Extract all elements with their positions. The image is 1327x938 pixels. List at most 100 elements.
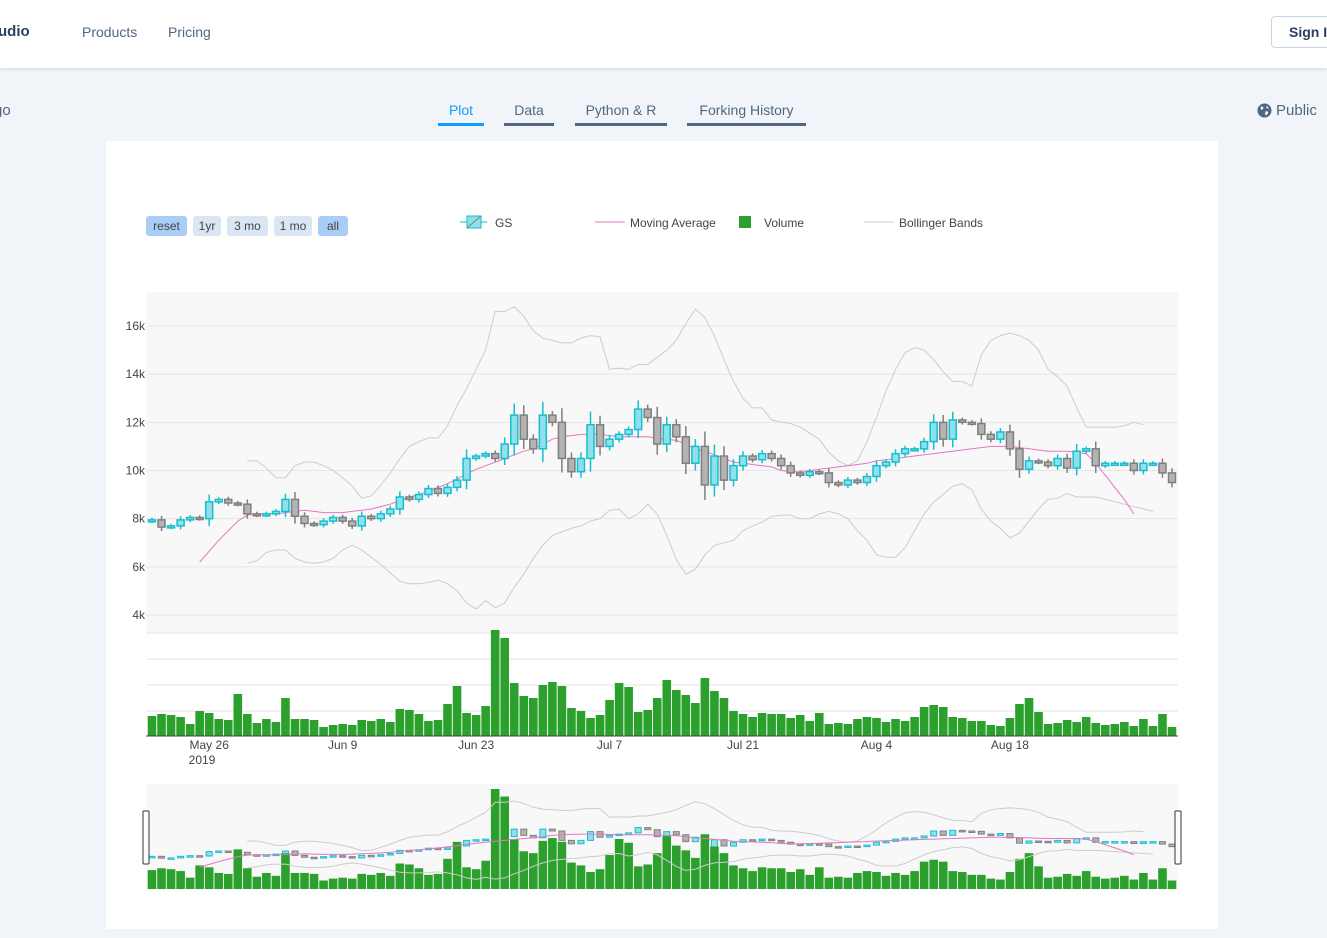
range-button-3mo[interactable]: 3 mo [227, 216, 268, 236]
slider-volume-bar [824, 877, 834, 889]
candle-body [529, 438, 538, 450]
candle-body [204, 501, 214, 520]
slider-volume-bar [1110, 877, 1120, 889]
slider-candle [301, 854, 309, 858]
candle-body [195, 516, 204, 521]
slider-candle [1130, 841, 1138, 844]
legend-item-bollinger-bands[interactable]: Bollinger Bands [864, 216, 983, 230]
volume-bar [1072, 722, 1081, 736]
candle-body [262, 513, 271, 517]
tab-python-r[interactable]: Python & R [575, 102, 667, 126]
candle-body [1081, 448, 1091, 452]
slider-volume-bar [795, 869, 805, 889]
candle-body [710, 455, 719, 486]
slider-volume-bar [347, 878, 357, 889]
candle-body [519, 414, 529, 440]
volume-bar [1167, 727, 1177, 736]
volume-bar [967, 721, 977, 736]
candle-body [786, 464, 795, 474]
candle-body [319, 520, 328, 526]
slider-candle [729, 841, 737, 847]
volume-gridlines [146, 632, 1178, 712]
volume-bar [595, 715, 605, 736]
slider-volume-bar [700, 834, 710, 889]
volume-bar [262, 719, 271, 736]
nav-pricing-link[interactable]: Pricing [168, 24, 211, 40]
slider-candle [1120, 841, 1128, 844]
range-slider-left-handle[interactable] [142, 810, 150, 865]
sign-in-button[interactable]: Sign In [1271, 16, 1327, 48]
slider-candle [768, 838, 776, 842]
volume-bar [509, 683, 519, 736]
range-button-1yr[interactable]: 1yr [193, 216, 221, 236]
slider-candle [1025, 840, 1033, 844]
range-button-1mo[interactable]: 1 mo [274, 216, 312, 236]
slider-volume-bar [652, 853, 662, 889]
brand-logo-text[interactable]: udio [0, 23, 30, 40]
candle-body [872, 464, 881, 478]
volume-bar [376, 719, 386, 736]
slider-volume-bar [300, 872, 309, 889]
candle-body [652, 416, 662, 445]
volume-bar [309, 720, 319, 736]
slider-volume-bar [1053, 876, 1062, 889]
range-slider-right-handle[interactable] [1174, 810, 1182, 865]
slider-volume-bar [1148, 879, 1158, 889]
volume-bar [328, 725, 338, 736]
slider-volume-bar [166, 869, 176, 889]
slider-volume-bar [147, 870, 157, 889]
slider-candle [901, 837, 909, 840]
slider-volume-bar [567, 862, 576, 889]
volume-bar [1034, 712, 1043, 736]
volume-bar [891, 719, 900, 736]
volume-bar [1100, 725, 1110, 736]
volume-bar [576, 711, 586, 736]
slider-candle [377, 854, 385, 857]
slider-candle [872, 841, 880, 846]
volume-bar [929, 705, 938, 736]
slider-volume-bar [948, 871, 958, 889]
slider-candle [1158, 841, 1166, 845]
range-button-reset[interactable]: reset [146, 216, 187, 236]
candle-body [509, 414, 519, 445]
visibility-status[interactable]: Public [1257, 102, 1317, 119]
volume-bar [719, 698, 729, 736]
candle-body [433, 487, 443, 495]
nav-products-link[interactable]: Products [82, 24, 137, 40]
x-tick-label: Jun 9 [328, 738, 358, 752]
tab-data[interactable]: Data [504, 102, 554, 126]
volume-bar [843, 724, 853, 736]
legend-volume-icon [739, 216, 751, 228]
volume-bar [223, 720, 233, 736]
legend-item-volume[interactable]: Volume [739, 216, 804, 230]
slider-volume-bar [509, 839, 519, 889]
slider-volume-bar [719, 853, 729, 889]
candle-body [1043, 461, 1053, 467]
candlestick-chart[interactable]: reset 1yr 3 mo 1 mo all GS Moving Averag… [106, 141, 1218, 929]
legend-item-moving-average[interactable]: Moving Average [595, 216, 716, 230]
legend-item-gs[interactable]: GS [460, 215, 512, 230]
slider-volume-bar [576, 865, 586, 889]
range-button-3mo-label: 3 mo [234, 219, 261, 233]
volume-bars [147, 630, 1177, 736]
slider-volume-bar [977, 874, 986, 889]
volume-bar [1062, 720, 1072, 736]
candle-body [757, 452, 767, 461]
back-link[interactable]: go [0, 102, 11, 119]
candle-body [147, 519, 157, 523]
slider-volume-bar [548, 838, 557, 889]
slider-candle [672, 831, 680, 836]
y-tick-label: 6k [132, 560, 146, 574]
slider-volume-bar [386, 875, 395, 889]
slider-volume-bar [872, 872, 881, 889]
slider-volume-bar [986, 878, 996, 889]
slider-volume-bar [1034, 866, 1043, 889]
range-button-all[interactable]: all [318, 216, 348, 236]
candle-body [452, 479, 462, 489]
tab-plot[interactable]: Plot [438, 102, 484, 126]
volume-bar [738, 714, 748, 736]
volume-bar [862, 717, 872, 736]
slider-volume-bar [262, 872, 271, 889]
slider-volume-bar [395, 863, 405, 889]
tab-forking-history[interactable]: Forking History [687, 102, 806, 126]
